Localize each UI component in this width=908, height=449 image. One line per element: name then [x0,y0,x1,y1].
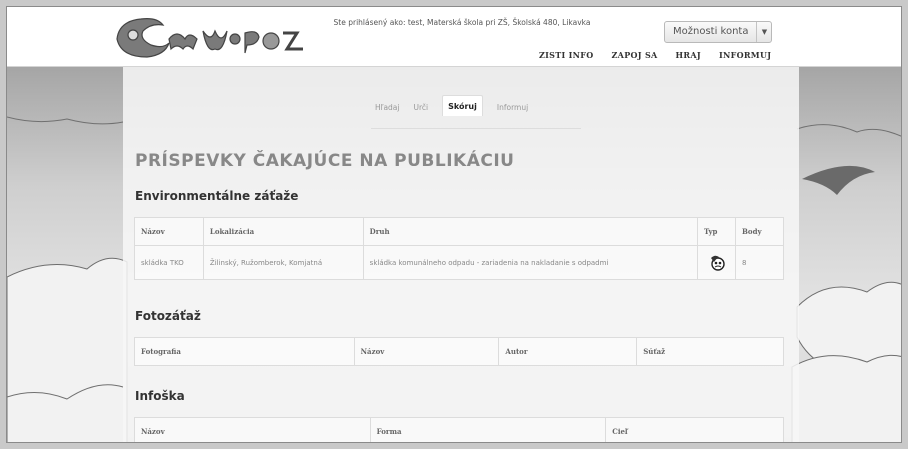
column-header[interactable]: Lokalizácia [202,217,364,246]
tab-urci[interactable]: Urči [414,103,429,116]
content-panel: Hľadaj Urči Skóruj Informuj PRÍSPEVKY ČA… [123,67,799,442]
pollution-type-icon [710,255,725,271]
column-header[interactable]: Body [735,217,784,246]
column-header[interactable]: Názov [134,217,204,246]
tab-hladaj[interactable]: Hľadaj [375,103,400,116]
cell-typ [697,245,736,280]
cell-nazov[interactable]: skládka TKO [134,245,204,280]
tab-informuj[interactable]: Informuj [497,103,528,116]
bird-shape [802,165,875,195]
browser-viewport: Ste prihlásený ako: test, Materská škola… [6,6,902,443]
subtabs-divider [371,128,581,129]
column-header[interactable]: Cieľ [605,417,784,442]
enviroza-logo-icon[interactable] [111,9,311,63]
section-title-infoska: Infoška [135,389,185,403]
cell-druh: skládka komunálneho odpadu - zariadenia … [362,245,699,280]
column-header[interactable]: Súťaž [636,337,784,366]
column-header[interactable]: Typ [697,217,736,246]
infoska-table: Názov Forma Cieľ [134,417,784,442]
section-title-photo: Fotozáťaž [135,309,201,323]
photo-table: Fotografia Názov Autor Súťaž [134,337,784,366]
tab-skoruj[interactable]: Skóruj [442,95,483,116]
table-header-row: Fotografia Názov Autor Súťaž [134,337,784,366]
column-header[interactable]: Názov [134,417,371,442]
table-row[interactable]: skládka TKO Žilinský, Ružomberok, Komjat… [134,245,784,280]
nav-item-zisti-info[interactable]: ZISTI INFO [539,50,594,60]
column-header[interactable]: Forma [369,417,607,442]
page-title: PRÍSPEVKY ČAKAJÚCE NA PUBLIKÁCIU [135,151,515,171]
column-header[interactable]: Fotografia [134,337,355,366]
cell-body: 8 [735,245,784,280]
account-options-label: Možnosti konta [673,26,749,37]
site-header: Ste prihlásený ako: test, Materská škola… [7,7,901,67]
column-header[interactable]: Názov [353,337,500,366]
table-header-row: Názov Lokalizácia Druh Typ Body [134,217,784,246]
main-nav: ZISTI INFO ZAPOJ SA HRAJ INFORMUJ [539,50,789,60]
account-options-button[interactable]: Možnosti konta ▼ [664,21,773,43]
nav-item-hraj[interactable]: HRAJ [676,50,701,60]
column-header[interactable]: Druh [362,217,699,246]
subtabs: Hľadaj Urči Skóruj Informuj [375,95,542,116]
nav-item-zapoj-sa[interactable]: ZAPOJ SA [612,50,658,60]
chevron-down-icon[interactable]: ▼ [756,22,771,42]
environmental-table: Názov Lokalizácia Druh Typ Body skládka … [134,217,784,280]
table-header-row: Názov Forma Cieľ [134,417,784,442]
cell-lokalizacia: Žilinský, Ružomberok, Komjatná [202,245,364,280]
nav-item-informuj[interactable]: INFORMUJ [719,50,771,60]
section-title-environmental: Environmentálne záťaže [135,189,299,203]
login-info-text: Ste prihlásený ako: test, Materská škola… [333,18,591,27]
column-header[interactable]: Autor [498,337,638,366]
